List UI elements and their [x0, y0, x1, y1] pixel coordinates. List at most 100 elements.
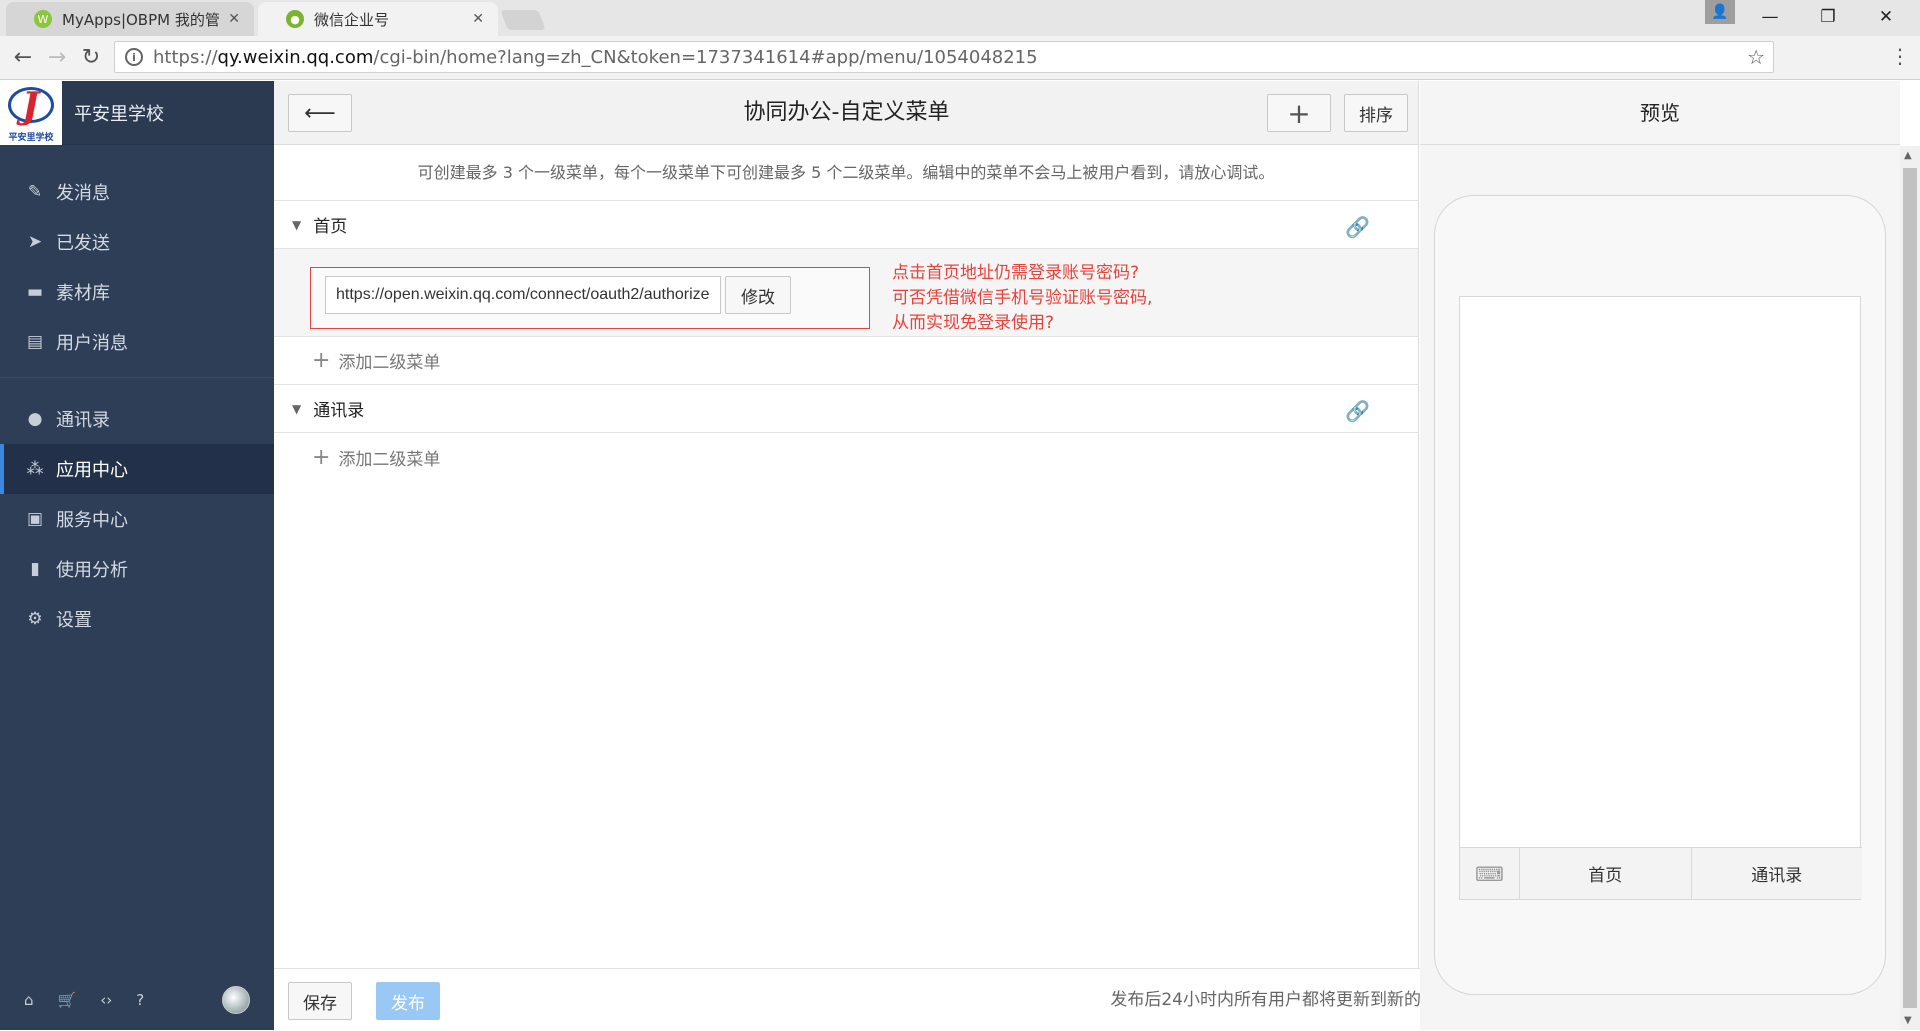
wechat-favicon-icon: ●: [286, 10, 304, 28]
chip-icon: ▣: [26, 509, 44, 529]
collapse-triangle-icon[interactable]: ▼: [292, 402, 301, 416]
scroll-down-icon[interactable]: ▼: [1904, 1015, 1912, 1026]
new-tab-button[interactable]: [500, 10, 546, 30]
phone-menu-item-home[interactable]: 首页: [1520, 848, 1691, 899]
menu-url-input[interactable]: [325, 276, 721, 314]
sidebar-nav: ✎ 发消息 ➤ 已发送 ▬ 素材库 ▤ 用户消息 ● 通讯录 ⁂ 应用中心 ▣ …: [0, 145, 274, 644]
link-icon[interactable]: 🔗: [1345, 215, 1370, 239]
page-scrollbar[interactable]: ▲ ▼: [1900, 146, 1920, 1030]
help-icon[interactable]: ?: [136, 991, 144, 1009]
browser-tab-strip: W MyApps|OBPM 我的管理 ✕ ● 微信企业号 ✕ 👤 — ❐ ✕: [0, 0, 1920, 36]
sidebar-footer: ⌂ 🛒 ‹› ?: [0, 970, 274, 1030]
scroll-up-icon[interactable]: ▲: [1904, 150, 1912, 161]
browser-tab-myapps[interactable]: W MyApps|OBPM 我的管理 ✕: [6, 2, 254, 36]
url-field[interactable]: i https://qy.weixin.qq.com/cgi-bin/home?…: [114, 41, 1774, 73]
plus-icon: +: [312, 444, 331, 470]
school-logo: J 平安里学校: [0, 80, 62, 145]
code-icon[interactable]: ‹›: [100, 991, 112, 1009]
sidebar-item-send-message[interactable]: ✎ 发消息: [0, 167, 274, 217]
close-window-icon[interactable]: ✕: [1858, 0, 1914, 34]
sidebar-item-service-center[interactable]: ▣ 服务中心: [0, 494, 274, 544]
sidebar-item-label: 已发送: [56, 233, 110, 254]
scrollbar-thumb[interactable]: [1903, 168, 1917, 1008]
url-text: https://qy.weixin.qq.com/cgi-bin/home?la…: [153, 46, 1038, 68]
phone-screen: ⌨ 首页 通讯录: [1459, 296, 1863, 900]
tab-title: 微信企业号: [314, 10, 390, 29]
annotation-line: 可否凭借微信手机号验证账号密码,: [892, 288, 1153, 308]
myapps-favicon-icon: W: [34, 10, 52, 28]
info-icon[interactable]: i: [125, 48, 143, 66]
phone-mockup: ⌨ 首页 通讯录: [1434, 195, 1886, 995]
sidebar-item-materials[interactable]: ▬ 素材库: [0, 267, 274, 317]
phone-menu-item-contacts[interactable]: 通讯录: [1690, 848, 1863, 899]
user-icon: ●: [27, 409, 43, 429]
logo-caption: 平安里学校: [8, 132, 54, 143]
add-submenu-label: 添加二级菜单: [338, 353, 441, 373]
home-icon[interactable]: ⌂: [24, 991, 34, 1009]
minimize-icon[interactable]: —: [1742, 0, 1798, 34]
preview-panel: 预览 ⌨ 首页 通讯录: [1420, 81, 1900, 1030]
reload-icon[interactable]: ↻: [76, 42, 106, 72]
apps-icon: ⁂: [26, 459, 44, 479]
sidebar: J 平安里学校 平安里学校 ✎ 发消息 ➤ 已发送 ▬ 素材库 ▤ 用户消息 ●…: [0, 80, 274, 1030]
nav-group-messages: ✎ 发消息 ➤ 已发送 ▬ 素材库 ▤ 用户消息: [0, 167, 274, 378]
editor-toolbar: 协同办公-自定义菜单 ⟵ + 排序: [274, 81, 1418, 145]
sidebar-item-settings[interactable]: ⚙ 设置: [0, 594, 274, 644]
back-arrow-icon[interactable]: ←: [8, 42, 38, 72]
sidebar-item-analytics[interactable]: ▮ 使用分析: [0, 544, 274, 594]
sidebar-item-app-center[interactable]: ⁂ 应用中心: [0, 444, 274, 494]
preview-title: 预览: [1420, 81, 1900, 145]
sidebar-item-label: 通讯录: [56, 410, 110, 431]
forward-arrow-icon[interactable]: →: [42, 42, 72, 72]
sidebar-item-label: 素材库: [56, 283, 110, 304]
publish-button[interactable]: 发布: [376, 982, 440, 1020]
menu-editor: 协同办公-自定义菜单 ⟵ + 排序 可创建最多 3 个一级菜单，每个一级菜单下可…: [274, 81, 1474, 1030]
avatar[interactable]: [222, 986, 250, 1014]
save-button[interactable]: 保存: [288, 982, 352, 1020]
sidebar-item-label: 服务中心: [56, 510, 128, 531]
profile-icon[interactable]: 👤: [1705, 0, 1735, 24]
restore-icon[interactable]: ❐: [1800, 0, 1856, 34]
browser-menu-icon[interactable]: ⋮: [1890, 44, 1910, 68]
keyboard-icon[interactable]: ⌨: [1460, 848, 1520, 899]
brand: J 平安里学校 平安里学校: [0, 80, 274, 145]
sidebar-item-contacts[interactable]: ● 通讯录: [0, 394, 274, 444]
add-submenu-home[interactable]: + 添加二级菜单: [274, 337, 1418, 385]
back-arrow-icon: ⟵: [304, 100, 336, 126]
link-icon[interactable]: 🔗: [1345, 399, 1370, 423]
sidebar-item-label: 用户消息: [56, 333, 128, 354]
back-button[interactable]: ⟵: [288, 94, 352, 132]
sidebar-item-label: 设置: [56, 610, 92, 631]
sidebar-item-sent[interactable]: ➤ 已发送: [0, 217, 274, 267]
edit-url-button[interactable]: 修改: [725, 276, 791, 314]
collapse-triangle-icon[interactable]: ▼: [292, 218, 301, 232]
close-tab-icon[interactable]: ✕: [472, 11, 484, 27]
plus-icon: +: [1287, 96, 1311, 130]
chat-icon: ▤: [26, 332, 44, 352]
menu-item-home[interactable]: ▼ 首页 🔗: [274, 201, 1418, 249]
annotation-line: 点击首页地址仍需登录账号密码?: [892, 263, 1140, 283]
nav-group-admin: ● 通讯录 ⁂ 应用中心 ▣ 服务中心 ▮ 使用分析 ⚙ 设置: [0, 394, 274, 644]
menu-limit-hint: 可创建最多 3 个一级菜单，每个一级菜单下可创建最多 5 个二级菜单。编辑中的菜…: [274, 145, 1418, 201]
browser-tab-wechat[interactable]: ● 微信企业号 ✕: [258, 2, 498, 36]
send-icon: ➤: [27, 232, 43, 252]
sidebar-item-label: 发消息: [56, 183, 110, 204]
menu-item-contacts[interactable]: ▼ 通讯录 🔗: [274, 385, 1418, 433]
add-menu-button[interactable]: +: [1267, 94, 1331, 132]
editor-footer: 保存 发布 发布后24小时内所有用户都将更新到新的菜单。: [274, 968, 1474, 1030]
close-tab-icon[interactable]: ✕: [228, 11, 240, 27]
sidebar-item-user-messages[interactable]: ▤ 用户消息: [0, 317, 274, 367]
menu-item-label: 通讯录: [313, 401, 365, 421]
plus-icon: +: [312, 348, 331, 373]
menu-item-label: 首页: [313, 217, 348, 237]
address-bar: ← → ↻ i https://qy.weixin.qq.com/cgi-bin…: [0, 36, 1920, 80]
bookmark-star-icon[interactable]: ☆: [1747, 45, 1765, 69]
add-submenu-contacts[interactable]: + 添加二级菜单: [274, 433, 1418, 481]
sort-button[interactable]: 排序: [1344, 94, 1408, 132]
publish-note: 发布后24小时内所有用户都将更新到新的菜单。: [1110, 990, 1472, 1010]
cart-icon[interactable]: 🛒: [58, 991, 77, 1009]
menu-url-row: 修改 点击首页地址仍需登录账号密码? 可否凭借微信手机号验证账号密码, 从而实现…: [274, 249, 1418, 337]
sidebar-item-label: 应用中心: [56, 460, 128, 481]
add-submenu-label: 添加二级菜单: [338, 449, 441, 470]
pencil-icon: ✎: [27, 182, 43, 202]
